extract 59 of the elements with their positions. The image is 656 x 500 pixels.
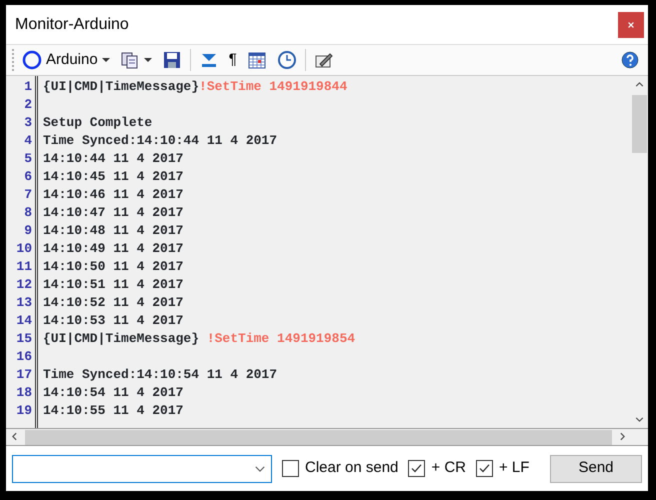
log-line: Setup Complete <box>43 115 152 130</box>
checkbox-label[interactable]: + LF <box>499 457 530 480</box>
line-number: 19 <box>15 402 33 420</box>
log-line: 14:10:54 11 4 2017 <box>43 385 184 400</box>
line-number: 15 <box>15 330 33 348</box>
line-number: 17 <box>15 366 33 384</box>
copy-icon <box>120 50 140 70</box>
circle-icon <box>22 50 42 70</box>
checkbox-label[interactable]: + CR <box>431 457 466 480</box>
log-line: {UI|CMD|TimeMessage} !SetTime 1491919854 <box>43 331 356 346</box>
line-number: 14 <box>15 312 33 330</box>
help-icon <box>620 50 640 70</box>
line-number: 10 <box>15 240 33 258</box>
log-line: 14:10:53 11 4 2017 <box>43 313 184 328</box>
checkbox[interactable] <box>282 460 299 477</box>
log-line: Time Synced:14:10:44 11 4 2017 <box>43 133 278 148</box>
send-button[interactable]: Send <box>550 454 642 482</box>
line-number: 11 <box>15 258 33 276</box>
line-number: 5 <box>23 150 33 168</box>
log-line: 14:10:45 11 4 2017 <box>43 169 184 184</box>
line-number: 8 <box>23 204 33 222</box>
save-icon <box>162 50 182 70</box>
line-number: 9 <box>23 222 33 240</box>
pilcrow-button[interactable]: ¶ <box>226 48 239 72</box>
line-number: 1 <box>23 78 33 96</box>
line-number: 18 <box>15 384 33 402</box>
checkbox[interactable] <box>476 460 493 477</box>
line-number: 4 <box>23 132 33 150</box>
clock-icon <box>276 50 297 70</box>
caret-icon <box>102 58 110 62</box>
scrollbar-thumb[interactable] <box>25 430 612 444</box>
log-line: 14:10:46 11 4 2017 <box>43 187 184 202</box>
line-number: 2 <box>23 96 33 114</box>
line-number: 6 <box>23 168 33 186</box>
close-button[interactable] <box>618 12 644 38</box>
log-line: 14:10:51 11 4 2017 <box>43 277 184 292</box>
log-line: 14:10:55 11 4 2017 <box>43 403 184 418</box>
log-line: 14:10:52 11 4 2017 <box>43 295 184 310</box>
log-line: 14:10:48 11 4 2017 <box>43 223 184 238</box>
log-line: {UI|CMD|TimeMessage}!SetTime 1491919844 <box>43 79 348 94</box>
checkbox[interactable] <box>408 460 426 477</box>
log-line: 14:10:47 11 4 2017 <box>43 205 184 220</box>
horizontal-scrollbar[interactable] <box>6 429 648 446</box>
message-combobox[interactable] <box>12 454 272 482</box>
line-number: 12 <box>15 276 33 294</box>
port-dropdown[interactable]: Arduino <box>20 48 112 72</box>
scrollbar-thumb[interactable] <box>632 94 647 152</box>
line-number: 16 <box>15 348 33 366</box>
log-line: 14:10:49 11 4 2017 <box>43 241 184 256</box>
log-line: 14:10:44 11 4 2017 <box>43 151 184 166</box>
line-number: 3 <box>23 114 33 132</box>
log-line: Time Synced:14:10:54 11 4 2017 <box>43 367 278 382</box>
line-number: 7 <box>23 186 33 204</box>
log-line: 14:10:50 11 4 2017 <box>43 259 184 274</box>
calendar-icon <box>246 50 267 70</box>
caret-icon <box>144 58 152 62</box>
line-number: 13 <box>15 294 33 312</box>
checkbox-label[interactable]: Clear on send <box>305 457 398 480</box>
window-title: Monitor-Arduino <box>15 14 129 34</box>
